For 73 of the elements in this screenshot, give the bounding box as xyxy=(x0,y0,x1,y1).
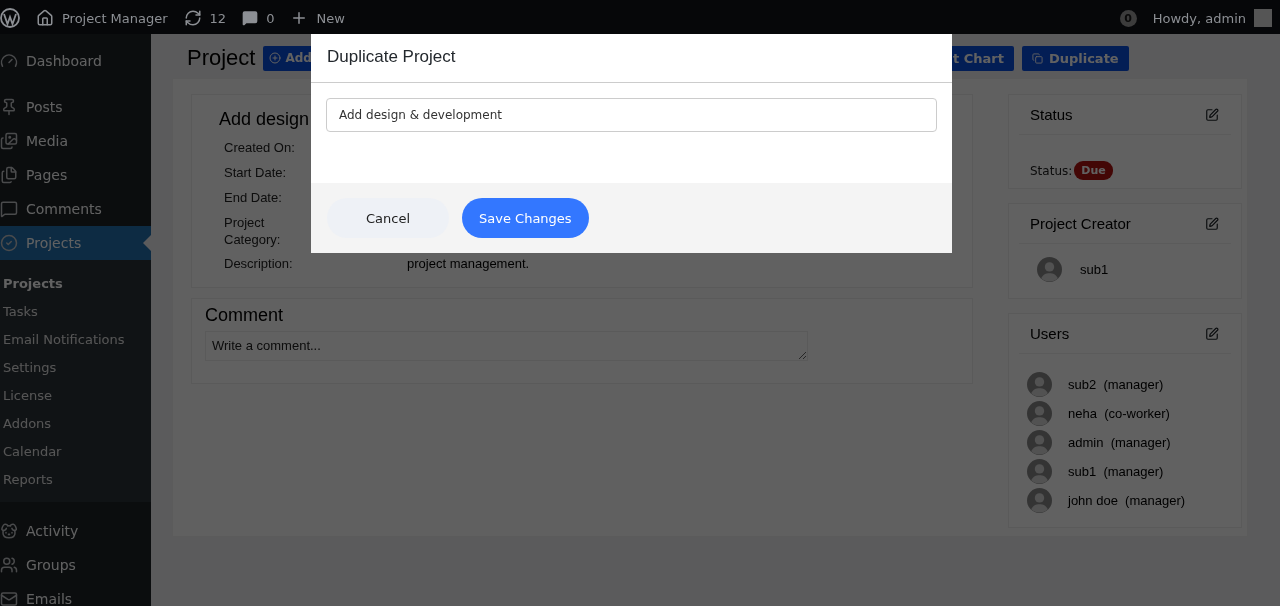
greeting-link[interactable]: Howdy, admin xyxy=(1152,10,1246,26)
dialog-title: Duplicate Project xyxy=(327,47,456,67)
avatar-icon xyxy=(1037,256,1062,282)
user-name: sub1 xyxy=(1080,261,1109,277)
sidebar-item[interactable]: Groups xyxy=(0,548,151,582)
wordpress-logo-icon[interactable] xyxy=(0,8,20,28)
add-button[interactable]: Add xyxy=(263,45,313,71)
speech-bubble-icon xyxy=(0,200,18,218)
user-entry: john doe (manager) xyxy=(1068,493,1186,508)
card-title: Status xyxy=(1030,106,1073,123)
people-icon xyxy=(0,556,18,574)
updates-count: 12 xyxy=(209,10,227,26)
avatar-icon xyxy=(1027,401,1052,426)
user-entry: sub1 (manager) xyxy=(1068,464,1164,479)
status-label: Status: xyxy=(1030,163,1073,178)
avatar-icon xyxy=(1027,430,1052,455)
submenu-item[interactable]: Projects xyxy=(0,269,151,297)
submenu-item[interactable]: Tasks xyxy=(0,297,151,325)
edit-icon[interactable] xyxy=(1205,216,1219,231)
copy-icon xyxy=(1031,52,1043,64)
sidebar-item[interactable]: Activity xyxy=(0,514,151,548)
sidebar-item[interactable]: Dashboard xyxy=(0,44,151,78)
field-label: Created On: xyxy=(224,140,296,157)
field-label: End Date: xyxy=(224,189,283,207)
home-icon[interactable] xyxy=(36,9,54,27)
card-title: Project Creator xyxy=(1030,215,1131,232)
submenu-item[interactable]: Settings xyxy=(0,353,151,381)
page-title: Project xyxy=(187,45,256,71)
submenu-item[interactable]: Addons xyxy=(0,409,151,437)
check-circle-icon xyxy=(0,234,18,252)
field-label: Start Date: xyxy=(224,164,288,182)
sidebar-item[interactable]: Posts xyxy=(0,90,151,124)
dog-icon xyxy=(0,522,18,540)
sidebar-item[interactable]: Media xyxy=(0,124,151,158)
site-name-link[interactable]: Project Manager xyxy=(62,10,168,26)
updates-icon[interactable] xyxy=(183,9,202,27)
edit-icon[interactable] xyxy=(1205,326,1219,341)
save-button[interactable]: Save Changes xyxy=(462,198,589,238)
field-label: Project Category: xyxy=(224,214,282,249)
comments-count: 0 xyxy=(266,10,275,26)
avatar-icon xyxy=(1027,372,1052,397)
comment-title: Comment xyxy=(205,305,285,326)
duplicate-button[interactable]: Duplicate xyxy=(1021,45,1129,71)
submenu-item[interactable]: Email Notifications xyxy=(0,325,151,353)
submenu-item[interactable]: License xyxy=(0,381,151,409)
sidebar-item[interactable]: Projects xyxy=(0,226,151,260)
submenu-item[interactable]: Reports xyxy=(0,465,151,493)
user-entry: sub2 (manager) xyxy=(1068,377,1164,392)
field-label: Description: xyxy=(224,256,294,274)
files-icon xyxy=(0,166,18,184)
gauge-icon xyxy=(0,52,18,70)
comment-field[interactable]: Write a comment... xyxy=(205,331,808,361)
images-icon xyxy=(0,132,18,150)
user-entry: neha (co-worker) xyxy=(1068,406,1170,421)
new-link[interactable]: New xyxy=(316,10,345,26)
sidebar-item[interactable]: Pages xyxy=(0,158,151,192)
user-entry: admin (manager) xyxy=(1068,435,1171,450)
envelope-icon xyxy=(0,590,18,606)
submenu-item[interactable]: Calendar xyxy=(0,437,151,465)
edit-icon[interactable] xyxy=(1205,107,1219,122)
field-value: project management. xyxy=(407,256,531,274)
plus-circle-icon xyxy=(269,52,282,64)
sidebar-item[interactable]: Comments xyxy=(0,192,151,226)
project-heading: Add design xyxy=(219,109,310,130)
card-title: Users xyxy=(1030,325,1070,342)
project-name-field[interactable]: Add design & development xyxy=(326,98,937,132)
comments-icon[interactable] xyxy=(242,10,259,26)
avatar-icon xyxy=(1027,459,1052,484)
sidebar-item[interactable]: Emails xyxy=(0,582,151,606)
cancel-button[interactable]: Cancel xyxy=(327,198,450,238)
pin-icon xyxy=(0,98,18,116)
avatar-icon xyxy=(1027,488,1052,513)
status-badge: Due xyxy=(1074,161,1113,180)
